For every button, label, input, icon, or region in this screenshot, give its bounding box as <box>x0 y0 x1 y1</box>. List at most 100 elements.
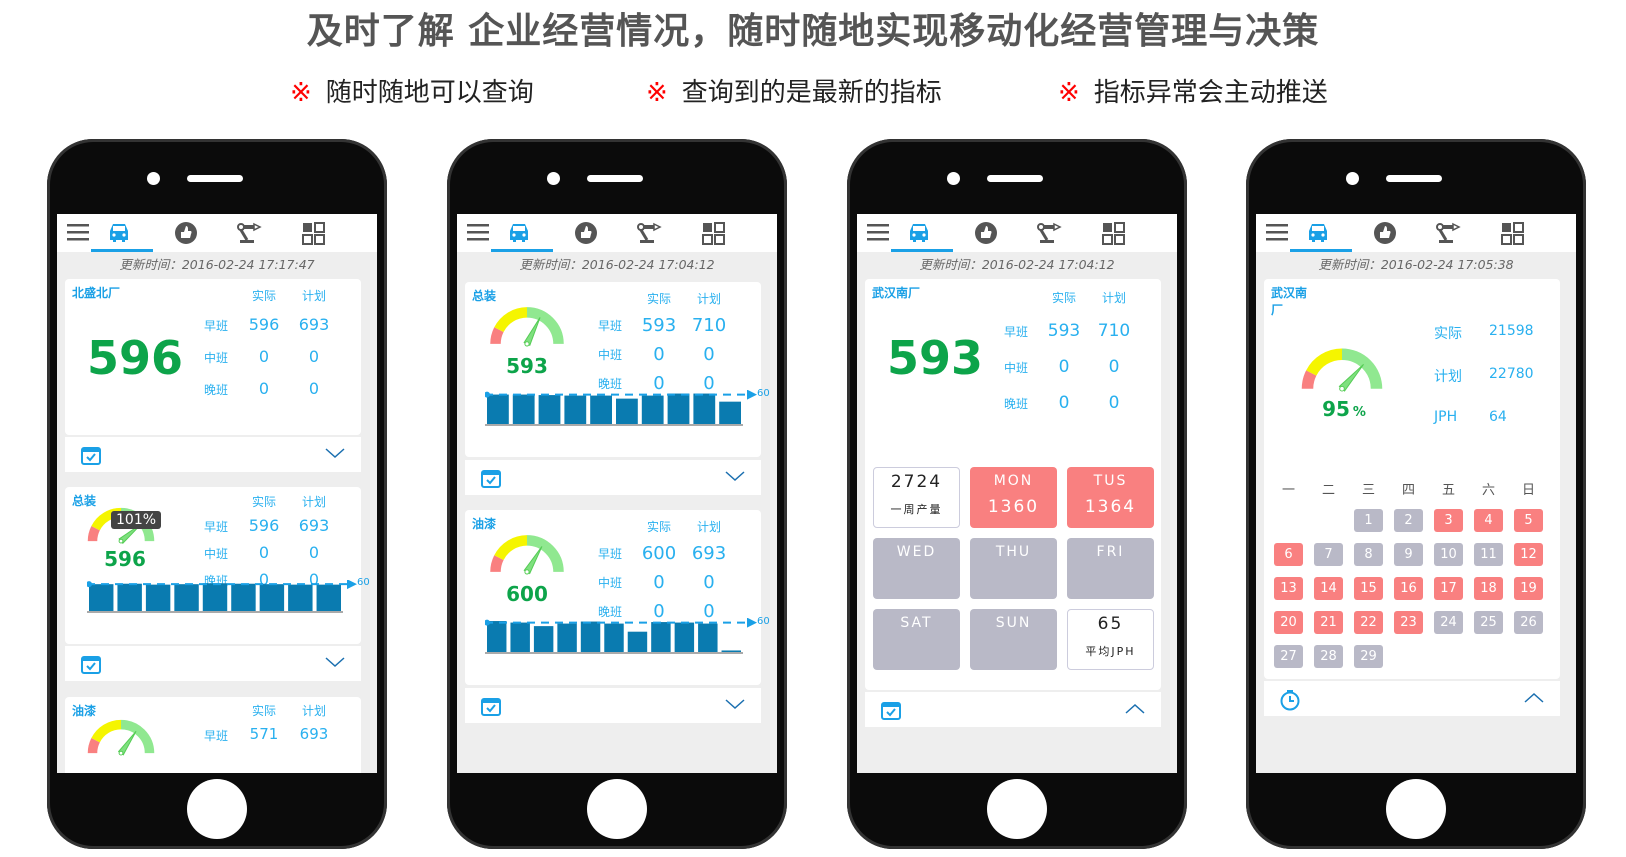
assembly-card[interactable]: 总装 593 实际 计划 早班 593 710 中班 0 0 晚班 0 0 60 <box>465 282 770 457</box>
calendar-button[interactable] <box>1279 689 1301 715</box>
nav-tab-thumbs-up[interactable] <box>572 220 600 246</box>
nav-tab-thumbs-up[interactable] <box>972 220 1000 246</box>
day-tile[interactable]: FRI <box>1067 538 1154 599</box>
calendar-button[interactable] <box>480 696 502 720</box>
collapse-button[interactable] <box>1124 702 1146 718</box>
tile-label: WED <box>896 544 937 560</box>
actual-column-header: 实际 <box>646 292 671 306</box>
day-tile[interactable]: WED <box>873 538 960 599</box>
calendar-day[interactable]: 4 <box>1474 509 1503 532</box>
calendar-day[interactable]: 1 <box>1354 509 1383 532</box>
chevron-up-icon[interactable] <box>1523 691 1545 703</box>
calendar-day[interactable]: 2 <box>1394 509 1423 532</box>
calendar-day[interactable]: 13 <box>1274 577 1303 600</box>
calendar-day[interactable]: 16 <box>1394 577 1423 600</box>
calendar-button[interactable] <box>880 700 902 724</box>
plant-summary-card[interactable]: 武汉南厂 95% 实际 21598 计划 22780 JPH 64 一二三四五六日 1 2 3 4 5 6 7… <box>1264 279 1560 679</box>
nav-tab-car[interactable] <box>105 220 133 246</box>
home-button[interactable] <box>1386 779 1446 839</box>
chevron-down-icon[interactable] <box>324 447 346 459</box>
nav-tab-car[interactable] <box>905 220 933 246</box>
card-footer <box>65 437 361 472</box>
calendar-button[interactable] <box>80 654 102 678</box>
chevron-down-icon[interactable] <box>724 470 746 482</box>
calendar-day[interactable]: 28 <box>1314 645 1343 668</box>
nav-tab-menu[interactable] <box>65 220 93 246</box>
calendar-day[interactable]: 14 <box>1314 577 1343 600</box>
nav-tab-thumbs-up[interactable] <box>172 220 200 246</box>
nav-tab-car[interactable] <box>1304 220 1332 246</box>
chevron-down-icon[interactable] <box>724 698 746 710</box>
calendar-day[interactable]: 29 <box>1354 645 1383 668</box>
plant-summary-card[interactable]: 北盛北厂 596 实际 计划 早班 596 693 中班 0 0 晚班 0 0 <box>65 279 361 435</box>
home-button[interactable] <box>987 779 1047 839</box>
calendar-day[interactable]: 26 <box>1514 611 1543 634</box>
day-tile[interactable]: 65 平均JPH <box>1067 609 1154 670</box>
nav-tab-robot-arm[interactable] <box>1434 220 1462 246</box>
calendar-check-icon[interactable] <box>80 654 102 674</box>
calendar-day[interactable]: 12 <box>1514 543 1543 566</box>
expand-button[interactable] <box>724 698 746 714</box>
nav-tab-grid[interactable] <box>300 220 328 246</box>
day-tile[interactable]: 2724 一周产量 <box>873 467 960 528</box>
car-icon <box>110 224 128 242</box>
clock-icon[interactable] <box>1279 689 1301 711</box>
plant-summary-card[interactable]: 武汉南厂 593 实际 计划 早班 593 710 中班 0 0 晚班 0 0 2724 一周产量 MON 13… <box>865 279 1161 690</box>
day-tile[interactable]: SAT <box>873 609 960 670</box>
calendar-check-icon[interactable] <box>80 445 102 465</box>
calendar-day[interactable]: 24 <box>1434 611 1463 634</box>
calendar-day[interactable]: 23 <box>1394 611 1423 634</box>
card-title: 武汉南厂 <box>872 286 921 300</box>
expand-button[interactable] <box>324 447 346 463</box>
calendar-day[interactable]: 17 <box>1434 577 1463 600</box>
home-button[interactable] <box>587 779 647 839</box>
calendar-day[interactable]: 27 <box>1274 645 1303 668</box>
calendar-day[interactable]: 20 <box>1274 611 1303 634</box>
paint-card[interactable]: 油漆 600 实际 计划 早班 600 693 中班 0 0 晚班 0 0 60 <box>465 510 770 685</box>
calendar-day[interactable]: 3 <box>1434 509 1463 532</box>
nav-tab-robot-arm[interactable] <box>235 220 263 246</box>
day-tile[interactable]: THU <box>970 538 1057 599</box>
actual-value: 596 <box>248 315 280 334</box>
calendar-check-icon[interactable] <box>480 468 502 488</box>
calendar-day[interactable]: 19 <box>1514 577 1543 600</box>
calendar-check-icon[interactable] <box>880 700 902 720</box>
expand-button[interactable] <box>724 470 746 486</box>
collapse-button[interactable] <box>1523 691 1545 707</box>
calendar-day[interactable]: 7 <box>1314 543 1343 566</box>
calendar-button[interactable] <box>80 445 102 469</box>
calendar-check-icon[interactable] <box>480 696 502 716</box>
expand-button[interactable] <box>324 656 346 672</box>
day-tile[interactable]: TUS 1364 <box>1067 467 1154 528</box>
calendar-day[interactable]: 10 <box>1434 543 1463 566</box>
calendar-day[interactable]: 15 <box>1354 577 1383 600</box>
day-tile[interactable]: MON 1360 <box>970 467 1057 528</box>
calendar-day[interactable]: 9 <box>1394 543 1423 566</box>
calendar-day[interactable]: 11 <box>1474 543 1503 566</box>
calendar-day[interactable]: 25 <box>1474 611 1503 634</box>
nav-tab-grid[interactable] <box>1100 220 1128 246</box>
home-button[interactable] <box>187 779 247 839</box>
nav-tab-car[interactable] <box>505 220 533 246</box>
calendar-day[interactable]: 6 <box>1274 543 1303 566</box>
nav-tab-grid[interactable] <box>1499 220 1527 246</box>
nav-tab-menu[interactable] <box>865 220 893 246</box>
assembly-card[interactable]: 总装 101% 596 实际 计划 早班 596 693 中班 0 0 晚班 0 0 60 <box>65 487 370 644</box>
calendar-day[interactable]: 21 <box>1314 611 1343 634</box>
nav-tab-robot-arm[interactable] <box>635 220 663 246</box>
nav-tab-thumbs-up[interactable] <box>1371 220 1399 246</box>
calendar-day[interactable]: 5 <box>1514 509 1543 532</box>
nav-tab-grid[interactable] <box>700 220 728 246</box>
calendar-day[interactable]: 22 <box>1354 611 1383 634</box>
shift-label: 早班 <box>1003 325 1028 339</box>
calendar-day[interactable]: 18 <box>1474 577 1503 600</box>
nav-tab-robot-arm[interactable] <box>1035 220 1063 246</box>
nav-tab-menu[interactable] <box>465 220 493 246</box>
paint-card[interactable]: 油漆 实际 计划 早班 571 693 <box>65 697 361 773</box>
calendar-button[interactable] <box>480 468 502 492</box>
nav-tab-menu[interactable] <box>1264 220 1292 246</box>
calendar-day[interactable]: 8 <box>1354 543 1383 566</box>
day-tile[interactable]: SUN <box>970 609 1057 670</box>
chevron-down-icon[interactable] <box>324 656 346 668</box>
chevron-up-icon[interactable] <box>1124 702 1146 714</box>
